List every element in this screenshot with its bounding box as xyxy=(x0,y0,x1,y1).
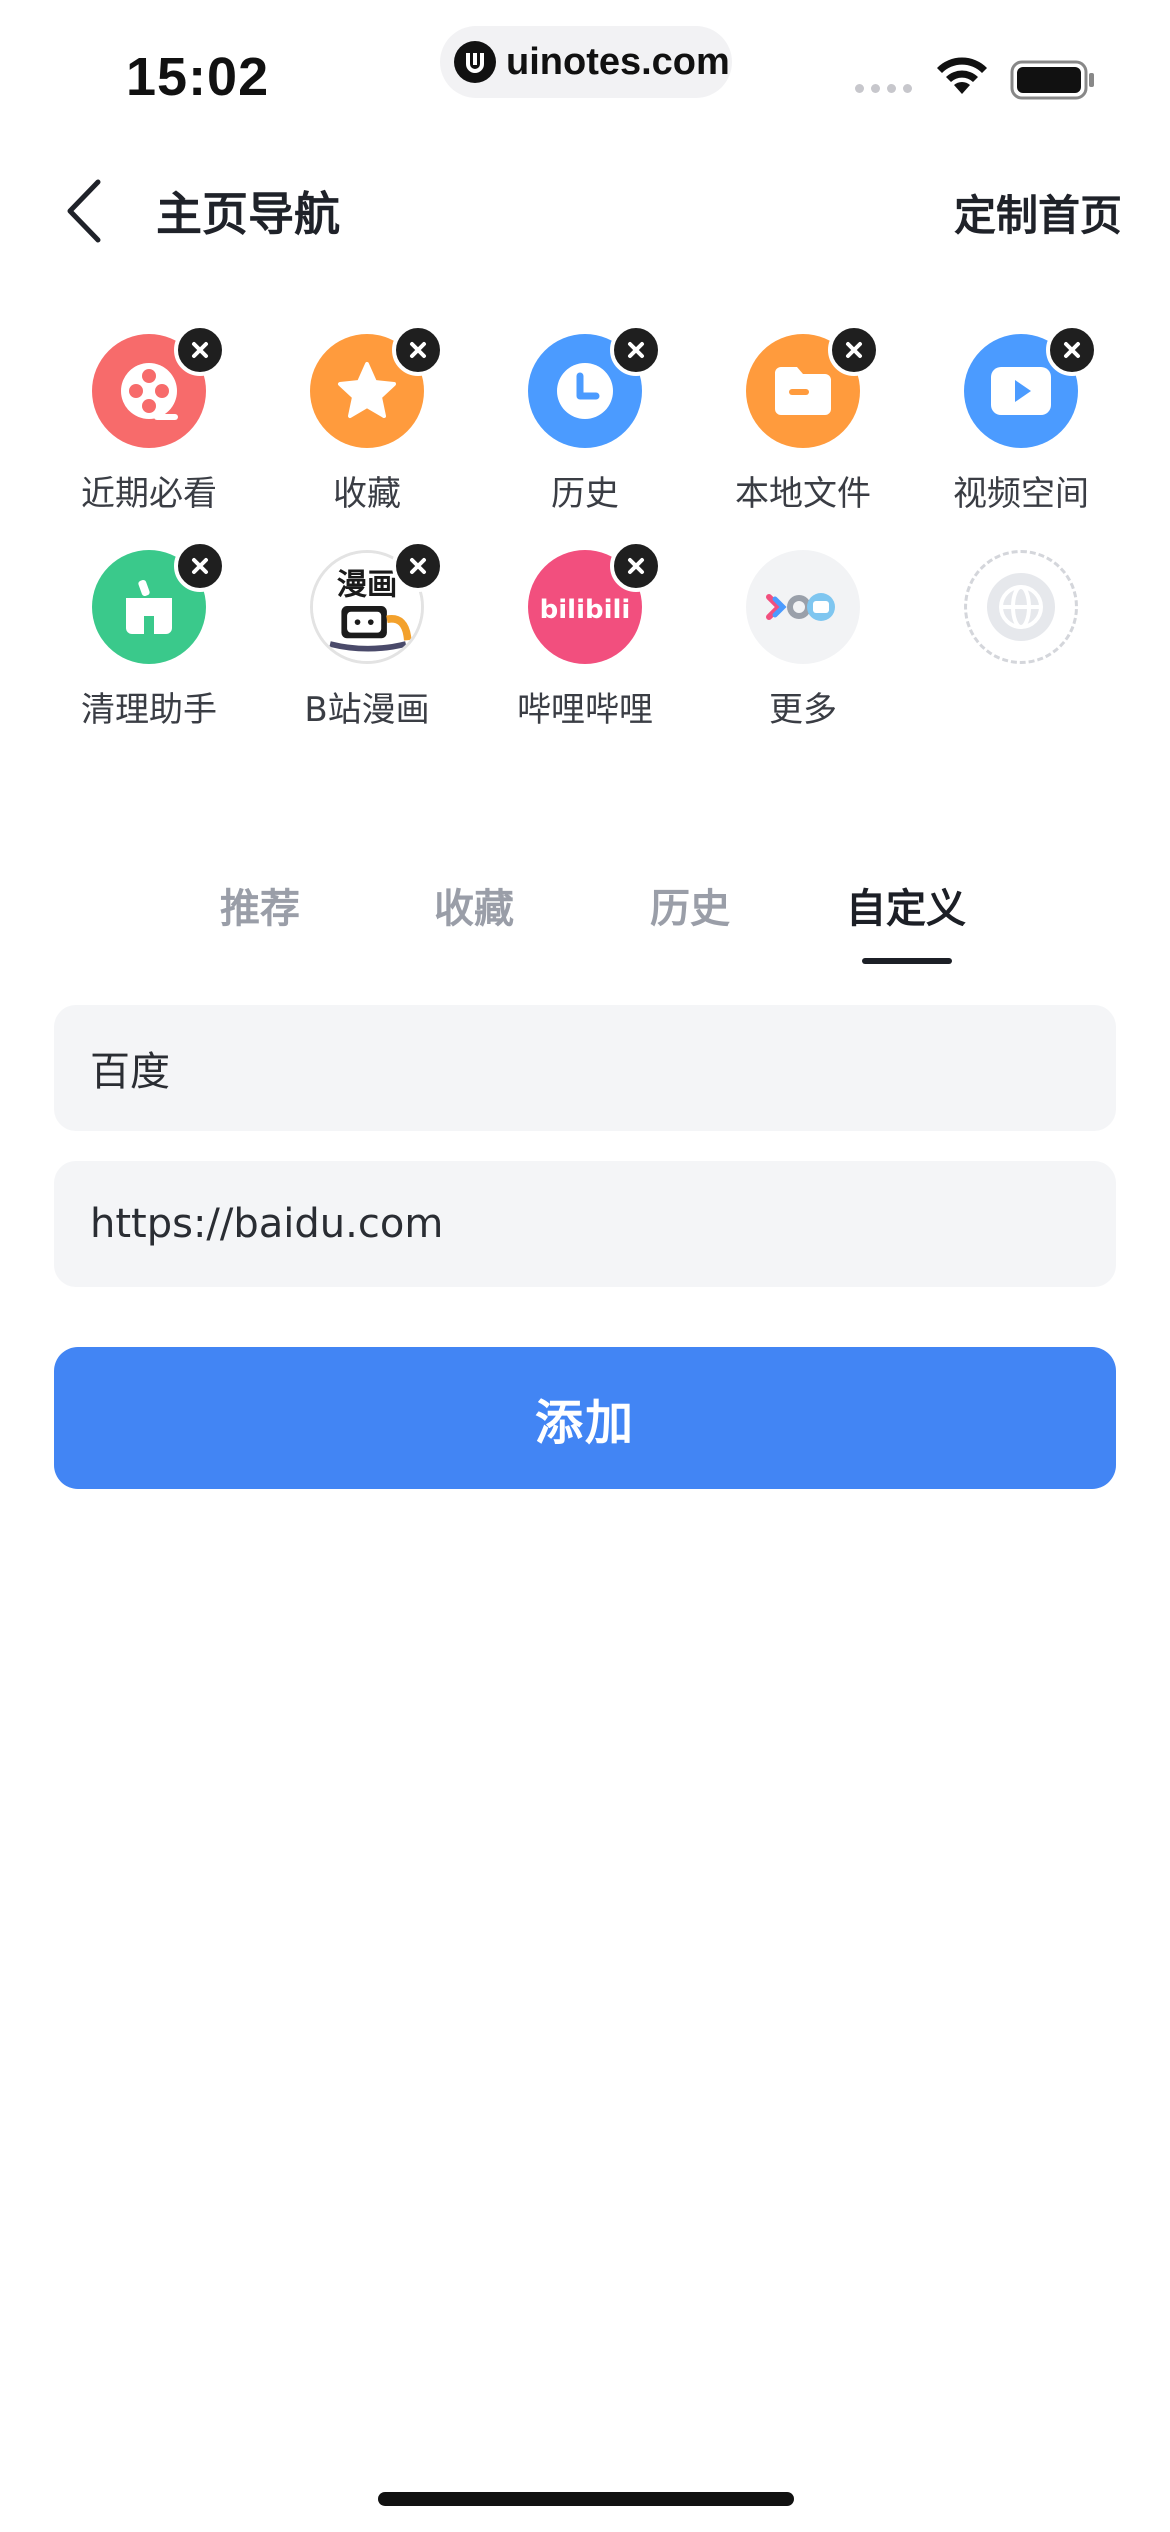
home-indicator xyxy=(378,2492,794,2506)
status-time: 15:02 xyxy=(126,47,270,107)
close-icon xyxy=(1064,342,1080,358)
shortcut-label: 视频空间 xyxy=(953,474,1089,514)
close-icon xyxy=(410,558,426,574)
url-pill: uinotes.com xyxy=(440,26,732,98)
battery-icon xyxy=(1010,60,1094,100)
page: 15:02 uinotes.com 主页导航 定制首页 近期必看 收藏 历史 本… xyxy=(0,0,1170,2532)
add-button[interactable]: 添加 xyxy=(54,1347,1116,1489)
signal-icon xyxy=(855,84,912,93)
active-tab-indicator xyxy=(862,958,952,964)
remove-shortcut-button[interactable] xyxy=(610,540,662,592)
tab-recommend[interactable]: 推荐 xyxy=(220,876,300,934)
wifi-icon xyxy=(937,57,987,94)
close-icon xyxy=(628,558,644,574)
back-icon[interactable] xyxy=(58,176,118,246)
remove-shortcut-button[interactable] xyxy=(392,540,444,592)
close-icon xyxy=(192,558,208,574)
add-shortcut-placeholder[interactable] xyxy=(912,546,1130,756)
svg-text:bilibili: bilibili xyxy=(540,595,631,625)
remove-shortcut-button[interactable] xyxy=(392,324,444,376)
shortcut-item[interactable]: 视频空间 xyxy=(912,324,1130,540)
shortcut-label: B站漫画 xyxy=(304,690,430,730)
shortcut-item[interactable]: 清理助手 xyxy=(40,540,258,756)
shortcut-label: 近期必看 xyxy=(81,474,217,514)
shortcut-label: 收藏 xyxy=(333,474,401,514)
remove-shortcut-button[interactable] xyxy=(828,324,880,376)
shortcut-item[interactable]: 收藏 xyxy=(258,324,476,540)
remove-shortcut-button[interactable] xyxy=(174,540,226,592)
tab-history[interactable]: 历史 xyxy=(650,876,730,934)
shortcut-label: 清理助手 xyxy=(81,690,217,730)
remove-shortcut-button[interactable] xyxy=(1046,324,1098,376)
uinotes-logo-icon xyxy=(454,41,496,83)
site-name-input[interactable]: 百度 xyxy=(54,1005,1116,1131)
site-name-value: 百度 xyxy=(90,1049,170,1095)
remove-shortcut-button[interactable] xyxy=(174,324,226,376)
remove-shortcut-button[interactable] xyxy=(610,324,662,376)
shortcut-label: 更多 xyxy=(769,690,837,730)
svg-text:漫画: 漫画 xyxy=(337,568,398,603)
close-icon xyxy=(410,342,426,358)
shortcut-item[interactable]: 本地文件 xyxy=(694,324,912,540)
shortcut-item[interactable]: 近期必看 xyxy=(40,324,258,540)
globe-placeholder xyxy=(964,550,1078,664)
close-icon xyxy=(192,342,208,358)
site-url-input[interactable]: https://baidu.com xyxy=(54,1161,1116,1287)
page-title: 主页导航 xyxy=(156,187,340,241)
globe-icon xyxy=(987,573,1055,641)
shortcut-label: 历史 xyxy=(551,474,619,514)
tab-bar: 推荐 收藏 历史 自定义 xyxy=(0,860,1170,970)
shortcut-item[interactable]: bilibili 哔哩哔哩 xyxy=(476,540,694,756)
shortcut-label: 本地文件 xyxy=(735,474,871,514)
shortcut-item[interactable]: 更多 xyxy=(694,546,912,756)
more-apps-icon xyxy=(746,550,860,664)
close-icon xyxy=(628,342,644,358)
url-text: uinotes.com xyxy=(506,40,730,83)
site-url-value: https://baidu.com xyxy=(90,1201,444,1247)
shortcut-item[interactable]: 漫画 B站漫画 xyxy=(258,540,476,756)
shortcut-item[interactable]: 历史 xyxy=(476,324,694,540)
customize-home-button[interactable]: 定制首页 xyxy=(954,182,1122,243)
nav-bar: 主页导航 定制首页 xyxy=(0,150,1170,270)
status-bar: 15:02 uinotes.com xyxy=(0,0,1170,150)
shortcut-label: 哔哩哔哩 xyxy=(517,690,653,730)
close-icon xyxy=(846,342,862,358)
tab-custom[interactable]: 自定义 xyxy=(846,876,966,934)
tab-favorites[interactable]: 收藏 xyxy=(434,876,514,934)
